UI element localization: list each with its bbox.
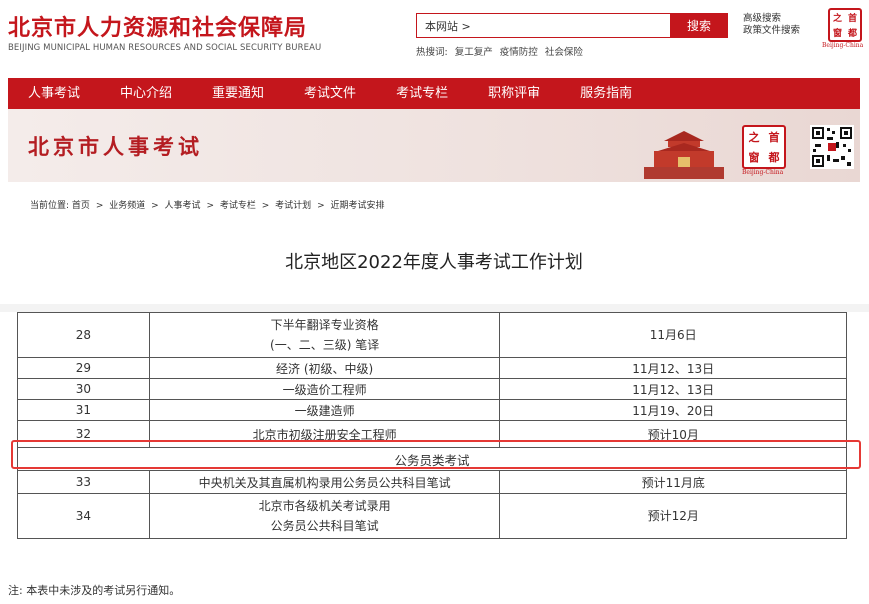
hot-word-link[interactable]: 疫情防控	[500, 47, 538, 58]
exam-name: 经济 (初级、中级)	[148, 357, 501, 379]
exam-date: 11月12、13日	[499, 357, 847, 379]
exam-name-line: 北京市各级机关考试录用	[258, 499, 391, 513]
advanced-search-link[interactable]: 高级搜索	[743, 13, 800, 25]
seal-char: 都	[768, 151, 780, 164]
nav-item-exams[interactable]: 人事考试	[8, 78, 100, 109]
breadcrumb: 当前位置: 首页 > 业务频道 > 人事考试 > 考试专栏 > 考试计划 > 近…	[30, 198, 385, 211]
exam-date: 预计11月底	[499, 470, 847, 494]
table-row: 31 一级建造师 11月19、20日	[17, 399, 847, 421]
exam-number: 28	[17, 312, 150, 358]
hot-word-link[interactable]: 社会保险	[545, 47, 583, 58]
seal-char: 首	[847, 14, 857, 24]
banner-title: 北京市人事考试	[28, 135, 203, 159]
table-row: 34 北京市各级机关考试录用 公务员公共科目笔试 预计12月	[17, 493, 847, 539]
exam-date: 11月6日	[499, 312, 847, 358]
seal-label: Beijing-China	[742, 169, 784, 176]
exam-name-line: 公务员公共科目笔试	[270, 519, 379, 533]
breadcrumb-separator: >	[151, 201, 159, 211]
breadcrumb-link[interactable]: 考试计划	[275, 201, 311, 211]
seal-char: 窗	[748, 151, 760, 164]
qr-code-icon	[810, 125, 854, 169]
exam-number: 31	[17, 399, 150, 421]
content-area: 当前位置: 首页 > 业务频道 > 人事考试 > 考试专栏 > 考试计划 > 近…	[8, 182, 860, 304]
exam-date: 11月19、20日	[499, 399, 847, 421]
exam-name: 一级造价工程师	[148, 378, 501, 400]
seal-char: 之	[832, 14, 842, 24]
seal-char: 都	[847, 29, 857, 39]
exam-date: 预计12月	[499, 493, 847, 539]
hot-words: 热搜词: 复工复产 疫情防控 社会保险	[416, 44, 587, 58]
exam-name: 一级建造师	[148, 399, 501, 421]
exam-name: 下半年翻译专业资格 (一、二、三级) 笔译	[148, 312, 501, 358]
exam-schedule-table: 28 下半年翻译专业资格 (一、二、三级) 笔译 11月6日 29 经济 (初级…	[17, 312, 847, 539]
highlight-box	[11, 440, 861, 469]
capital-window-seal-logo[interactable]: 之 首 窗 都	[828, 8, 862, 42]
page-banner: 北京市人事考试 之 首 窗 都 Beijing-China	[8, 109, 860, 182]
breadcrumb-separator: >	[95, 201, 104, 211]
exam-number: 30	[17, 378, 150, 400]
exam-number: 33	[17, 470, 150, 494]
hot-words-label: 热搜词:	[416, 47, 448, 58]
seal-char: 首	[768, 131, 780, 144]
site-header: 北京市人力资源和社会保障局 BEIJING MUNICIPAL HUMAN RE…	[0, 0, 869, 78]
exam-name-line: 下半年翻译专业资格	[270, 318, 379, 332]
main-nav: 人事考试 中心介绍 重要通知 考试文件 考试专栏 职称评审 服务指南	[8, 78, 860, 109]
policy-search-link[interactable]: 政策文件搜索	[743, 25, 800, 37]
nav-item-exam-column[interactable]: 考试专栏	[376, 78, 468, 109]
breadcrumb-separator: >	[261, 201, 270, 211]
breadcrumb-link[interactable]: 业务频道	[109, 201, 145, 211]
exam-number: 34	[17, 493, 150, 539]
search-input[interactable]	[416, 13, 671, 38]
hot-word-link[interactable]: 复工复产	[455, 47, 493, 58]
breadcrumb-label: 当前位置:	[30, 201, 70, 211]
breadcrumb-link[interactable]: 人事考试	[165, 201, 201, 211]
breadcrumb-link[interactable]: 考试专栏	[220, 201, 256, 211]
nav-item-guide[interactable]: 服务指南	[560, 78, 652, 109]
nav-item-notices[interactable]: 重要通知	[192, 78, 284, 109]
breadcrumb-link[interactable]: 近期考试安排	[330, 201, 384, 211]
exam-date: 11月12、13日	[499, 378, 847, 400]
page-title: 北京地区2022年度人事考试工作计划	[285, 252, 583, 273]
breadcrumb-separator: >	[206, 201, 214, 211]
seal-char: 窗	[832, 29, 842, 39]
exam-name: 中央机关及其直属机构录用公务员公共科目笔试	[148, 470, 501, 494]
site-logo-subtitle: BEIJING MUNICIPAL HUMAN RESOURCES AND SO…	[8, 43, 322, 53]
seal-char: 之	[748, 131, 760, 144]
exam-number: 29	[17, 357, 150, 379]
breadcrumb-link[interactable]: 首页	[72, 201, 90, 211]
search-links: 高级搜索 政策文件搜索	[743, 13, 800, 37]
site-logo-title[interactable]: 北京市人力资源和社会保障局	[8, 10, 307, 42]
exam-name: 北京市各级机关考试录用 公务员公共科目笔试	[148, 493, 501, 539]
seal-label: Beijing-China	[822, 42, 864, 49]
table-row: 28 下半年翻译专业资格 (一、二、三级) 笔译 11月6日	[17, 312, 847, 358]
breadcrumb-separator: >	[317, 201, 325, 211]
tiananmen-gate-icon	[644, 131, 724, 179]
nav-item-titles[interactable]: 职称评审	[468, 78, 560, 109]
table-row: 29 经济 (初级、中级) 11月12、13日	[17, 357, 847, 379]
footnote: 注: 本表中未涉及的考试另行通知。	[8, 584, 181, 597]
search-button[interactable]: 搜索	[670, 13, 728, 38]
divider	[0, 304, 869, 312]
capital-window-seal-icon: 之 首 窗 都	[742, 125, 786, 169]
table-row: 30 一级造价工程师 11月12、13日	[17, 378, 847, 400]
exam-name-line: (一、二、三级) 笔译	[270, 338, 380, 352]
nav-item-about[interactable]: 中心介绍	[100, 78, 192, 109]
nav-item-documents[interactable]: 考试文件	[284, 78, 376, 109]
table-row: 33 中央机关及其直属机构录用公务员公共科目笔试 预计11月底	[17, 470, 847, 494]
